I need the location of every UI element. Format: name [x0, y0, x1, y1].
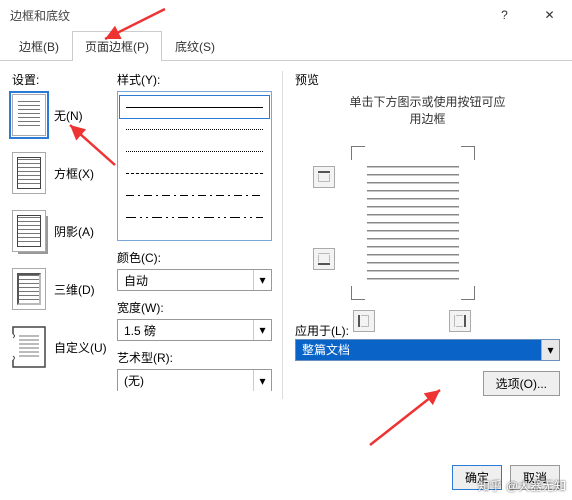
border-left-icon [357, 314, 371, 328]
setting-custom-label: 自定义(U) [54, 339, 107, 356]
color-label: 颜色(C): [117, 249, 272, 266]
apply-label: 应用于(L): [295, 324, 349, 338]
border-top-button[interactable] [313, 166, 335, 188]
setting-threed[interactable]: 三维(D) [12, 268, 107, 310]
question-icon: ? [501, 8, 508, 22]
width-combo[interactable]: 1.5 磅 ▾ [117, 319, 272, 341]
color-value: 自动 [124, 272, 148, 289]
style-option-solid[interactable] [120, 96, 269, 118]
style-option-dashdot[interactable] [120, 184, 269, 206]
zhihu-icon: 知乎 [478, 477, 502, 494]
setting-box[interactable]: 方框(X) [12, 152, 107, 194]
setting-none-label: 无(N) [54, 107, 83, 124]
apply-value: 整篇文档 [302, 341, 350, 358]
close-button[interactable]: ✕ [527, 0, 572, 30]
chevron-down-icon: ▾ [253, 320, 271, 340]
border-top-icon [317, 170, 331, 184]
border-bottom-icon [317, 252, 331, 266]
style-option-dashed[interactable] [120, 162, 269, 184]
setting-box-icon [12, 152, 46, 194]
border-right-button[interactable] [449, 310, 471, 332]
settings-header: 设置: [12, 71, 107, 88]
preview-hint: 单击下方图示或使用按钮可应 用边框 [295, 94, 560, 128]
watermark: 知乎 @大器无知 [478, 477, 566, 494]
chevron-down-icon: ▾ [253, 370, 271, 391]
setting-shadow[interactable]: 阴影(A) [12, 210, 107, 252]
tab-border[interactable]: 边框(B) [6, 31, 72, 61]
setting-box-label: 方框(X) [54, 165, 94, 182]
style-option-dashdotdot[interactable] [120, 206, 269, 228]
tab-strip: 边框(B) 页面边框(P) 底纹(S) [0, 30, 572, 61]
dialog-body: 设置: 无(N) 方框(X) 阴影(A) 三维(D) 自定义(U) 样式(Y): [0, 61, 572, 399]
setting-none-icon [12, 94, 46, 136]
style-option-dotted[interactable] [120, 140, 269, 162]
style-option-dotted-fine[interactable] [120, 118, 269, 140]
chevron-down-icon: ▾ [253, 270, 271, 290]
setting-shadow-icon [12, 210, 46, 252]
close-icon: ✕ [544, 8, 554, 22]
preview-page[interactable] [353, 148, 473, 298]
apply-combo[interactable]: 整篇文档 ▾ [295, 339, 560, 361]
art-label: 艺术型(R): [117, 349, 272, 366]
width-label: 宽度(W): [117, 299, 272, 316]
preview-area [295, 138, 560, 318]
style-column: 样式(Y): 颜色(C): 自动 ▾ 宽度(W): 1.5 磅 ▾ [117, 71, 272, 399]
preview-header: 预览 [295, 71, 560, 88]
setting-none[interactable]: 无(N) [12, 94, 107, 136]
art-combo[interactable]: (无) ▾ [117, 369, 272, 391]
setting-threed-icon [12, 268, 46, 310]
border-right-icon [453, 314, 467, 328]
chevron-down-icon: ▾ [541, 340, 559, 360]
setting-custom[interactable]: 自定义(U) [12, 326, 107, 368]
border-bottom-button[interactable] [313, 248, 335, 270]
style-label: 样式(Y): [117, 71, 272, 88]
window-title: 边框和底纹 [10, 7, 482, 24]
art-value: (无) [124, 372, 144, 389]
color-combo[interactable]: 自动 ▾ [117, 269, 272, 291]
setting-threed-label: 三维(D) [54, 281, 95, 298]
tab-page-border[interactable]: 页面边框(P) [72, 31, 162, 61]
width-value: 1.5 磅 [124, 322, 156, 339]
setting-custom-icon [12, 326, 46, 368]
tab-shading[interactable]: 底纹(S) [162, 31, 228, 61]
settings-column: 设置: 无(N) 方框(X) 阴影(A) 三维(D) 自定义(U) [12, 71, 107, 399]
style-listbox[interactable] [117, 91, 272, 241]
titlebar: 边框和底纹 ? ✕ [0, 0, 572, 30]
border-left-button[interactable] [353, 310, 375, 332]
preview-column: 预览 单击下方图示或使用按钮可应 用边框 应 [282, 71, 560, 399]
options-button[interactable]: 选项(O)... [483, 371, 560, 396]
setting-shadow-label: 阴影(A) [54, 223, 94, 240]
help-button[interactable]: ? [482, 0, 527, 30]
